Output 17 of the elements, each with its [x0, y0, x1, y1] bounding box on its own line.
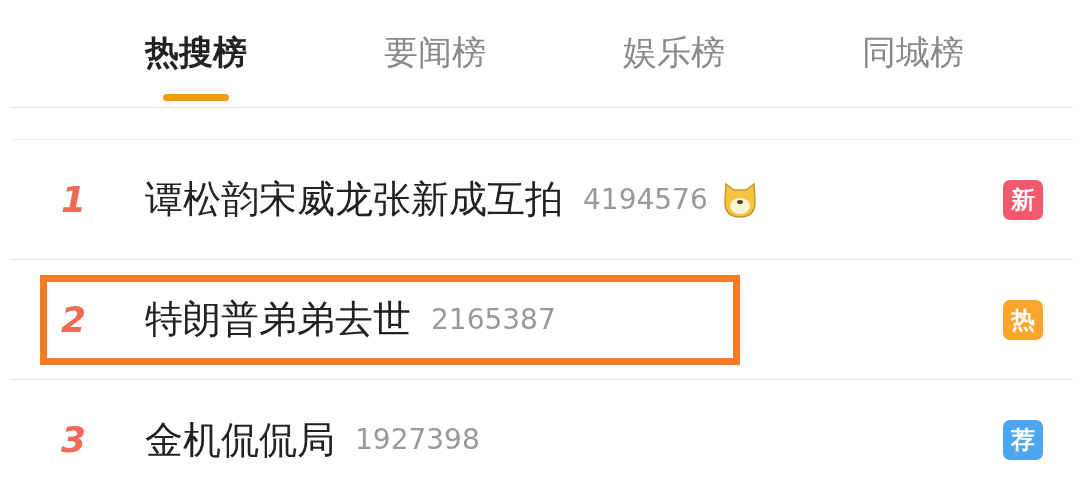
rank-number: 3 — [61, 418, 88, 462]
topic-title: 金机侃侃局 — [145, 416, 335, 464]
badge: 新 — [1003, 179, 1043, 220]
tab[interactable]: 热搜榜 — [76, 0, 315, 107]
rank-number: 2 — [61, 297, 88, 342]
search-count: 2165387 — [431, 301, 556, 338]
search-count: 4194576 — [583, 181, 708, 218]
entry[interactable]: 3 金机侃侃局 1927398 — [47, 395, 480, 485]
rank-number: 1 — [61, 177, 88, 222]
entry[interactable]: 1 谭松韵宋威龙张新成互拍 4194576 — [47, 154, 760, 245]
highlighted-entry[interactable]: 2 特朗普弟弟去世 2165387 — [40, 274, 740, 365]
topic-title: 谭松韵宋威龙张新成互拍 — [145, 176, 563, 223]
badge: 荐 — [1003, 420, 1043, 460]
search-count: 1927398 — [355, 422, 480, 458]
badge: 热 — [1003, 299, 1043, 340]
tab-indicator — [162, 94, 229, 101]
topic-title: 特朗普弟弟去世 — [145, 296, 411, 343]
